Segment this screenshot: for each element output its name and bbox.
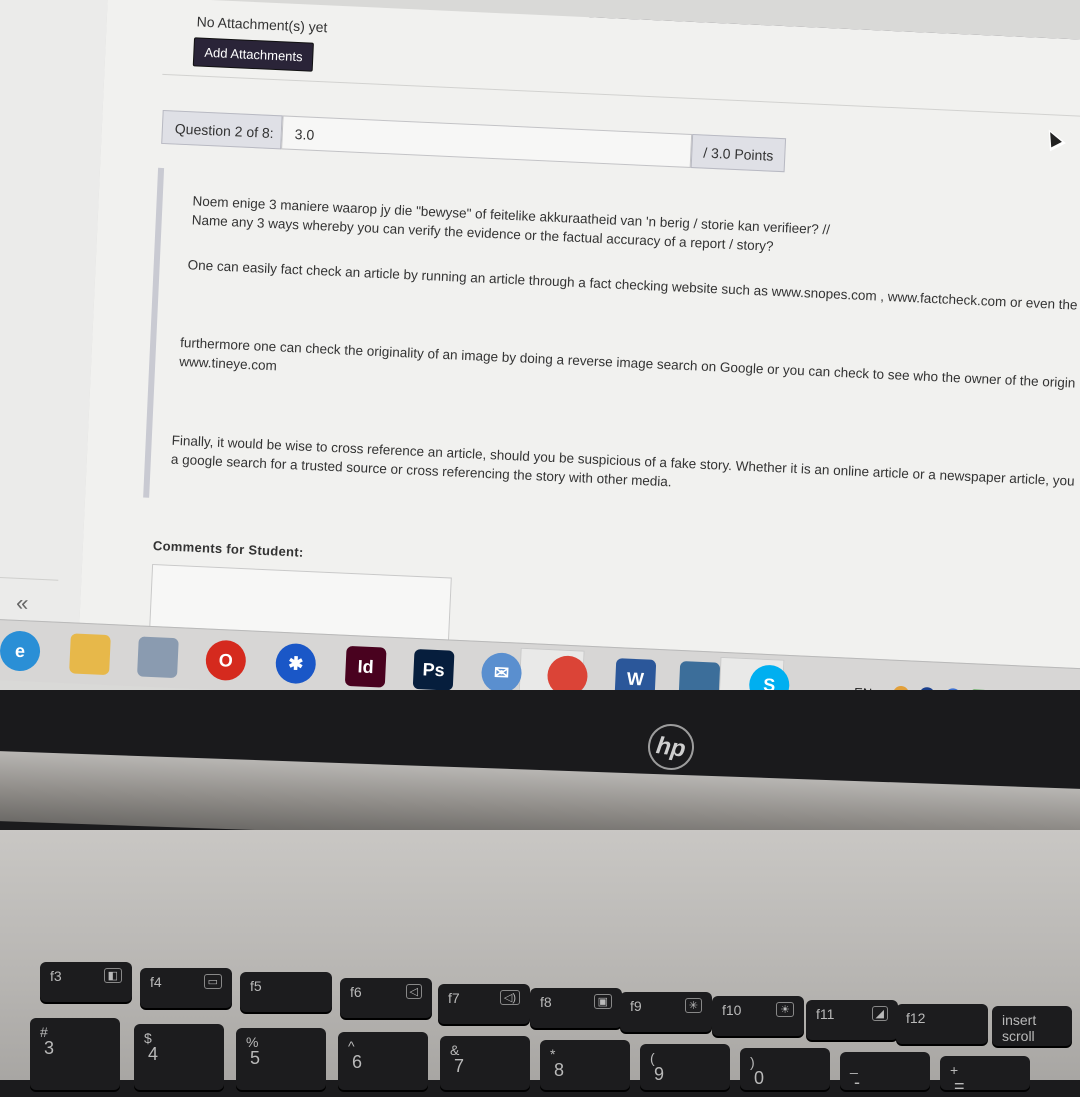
key-function-icon: ▭: [203, 974, 222, 989]
key-label: f8: [540, 994, 552, 1010]
key-4[interactable]: $4: [134, 1024, 224, 1090]
key-digit: 5: [250, 1048, 261, 1068]
key-9[interactable]: (9: [640, 1044, 730, 1090]
key-f12[interactable]: f12: [896, 1004, 988, 1044]
key-0[interactable]: ) 0: [740, 1048, 830, 1090]
key-7[interactable]: & 7: [440, 1036, 530, 1090]
key-function-icon: ▣: [593, 994, 612, 1009]
key-8[interactable]: * 8: [540, 1040, 630, 1090]
key-label: f5: [250, 978, 262, 994]
key-label: f11: [816, 1006, 835, 1022]
keyboard: f3 ◧ f4 ▭ f5 f6 ◁ f7 ◁) f8 ▣ f9 ✳ f10 ☀ f11 ◢ f12 insert s…: [0, 0, 1080, 1096]
key-label: f9: [630, 998, 642, 1014]
key-digit: 9: [654, 1064, 665, 1084]
key-digit: 3: [44, 1038, 55, 1058]
key-3[interactable]: #3: [30, 1018, 120, 1090]
key-label: f7: [448, 990, 460, 1006]
key-label: f3: [50, 968, 62, 984]
key-f11[interactable]: f11 ◢: [806, 1000, 898, 1040]
key-label: f10: [722, 1002, 742, 1018]
key-f3[interactable]: f3 ◧: [40, 962, 132, 1002]
key-digit: 7: [454, 1056, 465, 1076]
key-digit: -: [854, 1072, 860, 1092]
key-label: f4: [150, 974, 162, 990]
key-function-icon: ◁: [405, 984, 422, 999]
key-insert-scroll[interactable]: insert scroll: [992, 1006, 1072, 1046]
key-digit: 6: [352, 1052, 363, 1072]
key-function-icon: ✳: [684, 998, 702, 1013]
key-function-icon: ☀: [776, 1002, 794, 1017]
key-digit: 0: [754, 1068, 765, 1088]
key-f6[interactable]: f6 ◁: [340, 978, 432, 1018]
key-digit: =: [954, 1076, 965, 1096]
key-function-icon: ◁): [499, 990, 520, 1005]
key-f7[interactable]: f7 ◁): [438, 984, 530, 1024]
key-label: f6: [350, 984, 362, 1000]
key-=[interactable]: + =: [940, 1056, 1030, 1096]
key-6[interactable]: ^ 6: [338, 1032, 428, 1090]
key-f4[interactable]: f4 ▭: [140, 968, 232, 1008]
key-f8[interactable]: f8 ▣: [530, 988, 622, 1028]
key-f5[interactable]: f5: [240, 972, 332, 1012]
key-digit: 8: [554, 1060, 565, 1080]
key-f9[interactable]: f9 ✳: [620, 992, 712, 1032]
key-function-icon: ◢: [871, 1006, 888, 1021]
key--[interactable]: _ -: [840, 1052, 930, 1092]
key-digit: 4: [148, 1044, 159, 1064]
key-f10[interactable]: f10 ☀: [712, 996, 804, 1036]
key-label: f12: [906, 1010, 926, 1026]
key-label: insert scroll: [1002, 1012, 1037, 1044]
key-function-icon: ◧: [103, 968, 122, 983]
key-5[interactable]: % 5: [236, 1028, 326, 1090]
